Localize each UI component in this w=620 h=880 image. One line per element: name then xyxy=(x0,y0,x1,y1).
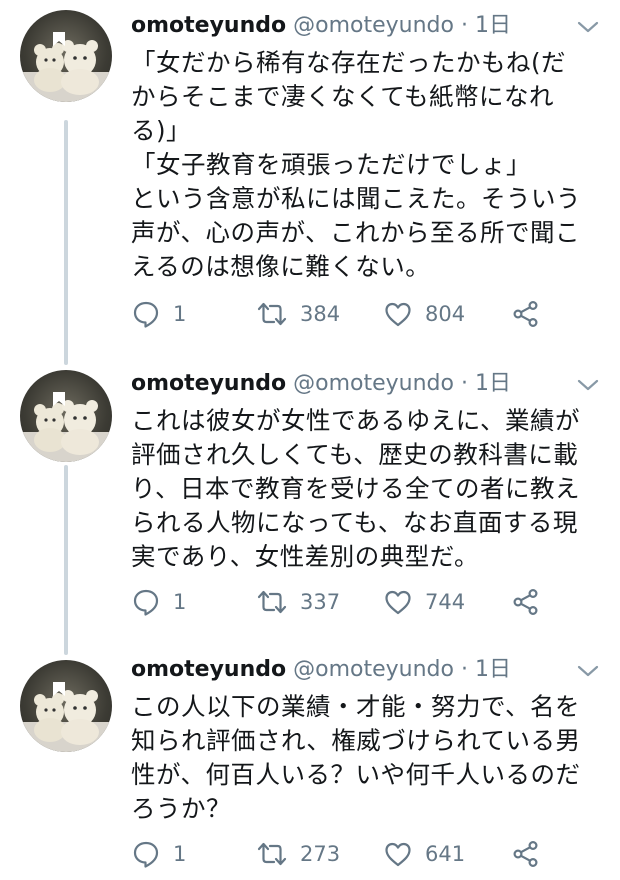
like-count: 804 xyxy=(425,302,466,326)
tweet-text-line: られる人物になっても、なお直面する現 xyxy=(131,508,578,537)
tweet-text-line: 「女子教育を頑張っただけでしょ」 xyxy=(131,150,531,179)
tweet-text-line: り、日本で教育を受ける全ての者に教え xyxy=(131,474,581,503)
retweet-count: 273 xyxy=(300,842,341,866)
tweet-actions: 1 273 641 xyxy=(131,836,551,872)
display-name[interactable]: omoteyundo xyxy=(131,371,286,396)
tweet-text-line: ろうか？ xyxy=(131,794,231,823)
teddy-bears-image xyxy=(20,32,112,102)
tweet-text-line: 性が、何百人いる？いや何千人いるのだ xyxy=(131,760,581,789)
user-handle[interactable]: @omoteyundo xyxy=(293,371,454,396)
tweet-text-line: 評価され久しくても、歴史の教科書に載 xyxy=(131,440,579,469)
share-icon xyxy=(513,300,538,328)
tweet-text: これは彼女が女性であるゆえに、業績が 評価され久しくても、歴史の教科書に載 り、… xyxy=(131,404,601,574)
reply-button[interactable]: 1 xyxy=(131,836,186,872)
chevron-down-icon[interactable] xyxy=(577,378,599,392)
reply-count: 1 xyxy=(173,302,187,326)
tweet-text-line: えるのは想像に難くない。 xyxy=(131,252,431,281)
avatar[interactable] xyxy=(20,10,112,102)
like-button[interactable]: 744 xyxy=(383,584,465,620)
retweet-icon xyxy=(257,842,287,866)
display-name[interactable]: omoteyundo xyxy=(131,13,286,38)
like-icon xyxy=(385,842,411,867)
timestamp[interactable]: 1日 xyxy=(475,657,511,682)
retweet-count: 337 xyxy=(300,590,341,614)
reply-count: 1 xyxy=(173,842,187,866)
tweet-text-line: 「女だから稀有な存在だったかもね(だ xyxy=(131,48,567,77)
like-icon xyxy=(385,302,411,327)
tweet[interactable]: omoteyundo @omoteyundo · 1日 これは彼女が女性であるゆ… xyxy=(0,360,620,650)
reply-icon xyxy=(133,589,159,616)
tweet-text-line: という含意が私には聞こえた。そういう xyxy=(131,184,581,213)
tweet-actions: 1 384 804 xyxy=(131,296,551,332)
reply-button[interactable]: 1 xyxy=(131,296,186,332)
tweet-text: 「女だから稀有な存在だったかもね(だ からそこまで凄くなくても紙幣になれ る)」… xyxy=(131,46,601,284)
user-handle[interactable]: @omoteyundo xyxy=(293,13,454,38)
retweet-icon xyxy=(257,590,287,614)
like-count: 641 xyxy=(425,842,466,866)
retweet-count: 384 xyxy=(300,302,341,326)
tweet-text-line: る)」 xyxy=(131,116,192,145)
teddy-bears-image xyxy=(20,682,112,752)
reply-icon xyxy=(133,841,159,868)
tweet[interactable]: omoteyundo @omoteyundo · 1日 「女だから稀有な存在だっ… xyxy=(0,0,620,360)
tweet[interactable]: omoteyundo @omoteyundo · 1日 この人以下の業績・才能・… xyxy=(0,650,620,880)
share-icon xyxy=(513,840,538,868)
like-button[interactable]: 641 xyxy=(383,836,465,872)
chevron-down-icon[interactable] xyxy=(577,20,599,34)
display-name[interactable]: omoteyundo xyxy=(131,657,286,682)
timestamp[interactable]: 1日 xyxy=(475,371,511,396)
tweet-text-line: これは彼女が女性であるゆえに、業績が xyxy=(131,406,581,435)
timestamp[interactable]: 1日 xyxy=(475,13,511,38)
like-icon xyxy=(385,590,411,615)
tweet-text-line: 実であり、女性差別の典型だ。 xyxy=(131,542,480,571)
reply-count: 1 xyxy=(173,590,187,614)
share-button[interactable] xyxy=(511,836,541,872)
separator-dot: · xyxy=(460,657,468,682)
like-button[interactable]: 804 xyxy=(383,296,465,332)
retweet-button[interactable]: 273 xyxy=(256,836,340,872)
tweet-text-line: からそこまで凄くなくても紙幣になれ xyxy=(131,82,555,111)
like-count: 744 xyxy=(425,590,466,614)
retweet-button[interactable]: 384 xyxy=(256,296,340,332)
tweet-header: omoteyundo @omoteyundo · 1日 xyxy=(131,6,601,46)
separator-dot: · xyxy=(460,13,468,38)
share-icon xyxy=(513,588,538,616)
retweet-button[interactable]: 337 xyxy=(256,584,340,620)
reply-icon xyxy=(133,301,159,328)
chevron-down-icon[interactable] xyxy=(577,664,599,678)
tweet-header: omoteyundo @omoteyundo · 1日 xyxy=(131,364,601,404)
tweet-text-line: 知られ評価され、権威づけられている男 xyxy=(131,726,581,755)
tweet-header: omoteyundo @omoteyundo · 1日 xyxy=(131,650,601,690)
tweet-text-line: 声が、心の声が、これから至る所で聞こ xyxy=(131,218,581,247)
tweet-actions: 1 337 744 xyxy=(131,584,551,620)
user-handle[interactable]: @omoteyundo xyxy=(293,657,454,682)
reply-button[interactable]: 1 xyxy=(131,584,186,620)
tweet-text-line: この人以下の業績・才能・努力で、名を xyxy=(131,692,581,721)
share-button[interactable] xyxy=(511,296,541,332)
teddy-bears-image xyxy=(20,392,112,462)
tweet-text: この人以下の業績・才能・努力で、名を 知られ評価され、権威づけられている男 性が… xyxy=(131,690,601,826)
avatar[interactable] xyxy=(20,660,112,752)
share-button[interactable] xyxy=(511,584,541,620)
avatar[interactable] xyxy=(20,370,112,462)
retweet-icon xyxy=(257,302,287,326)
separator-dot: · xyxy=(460,371,468,396)
